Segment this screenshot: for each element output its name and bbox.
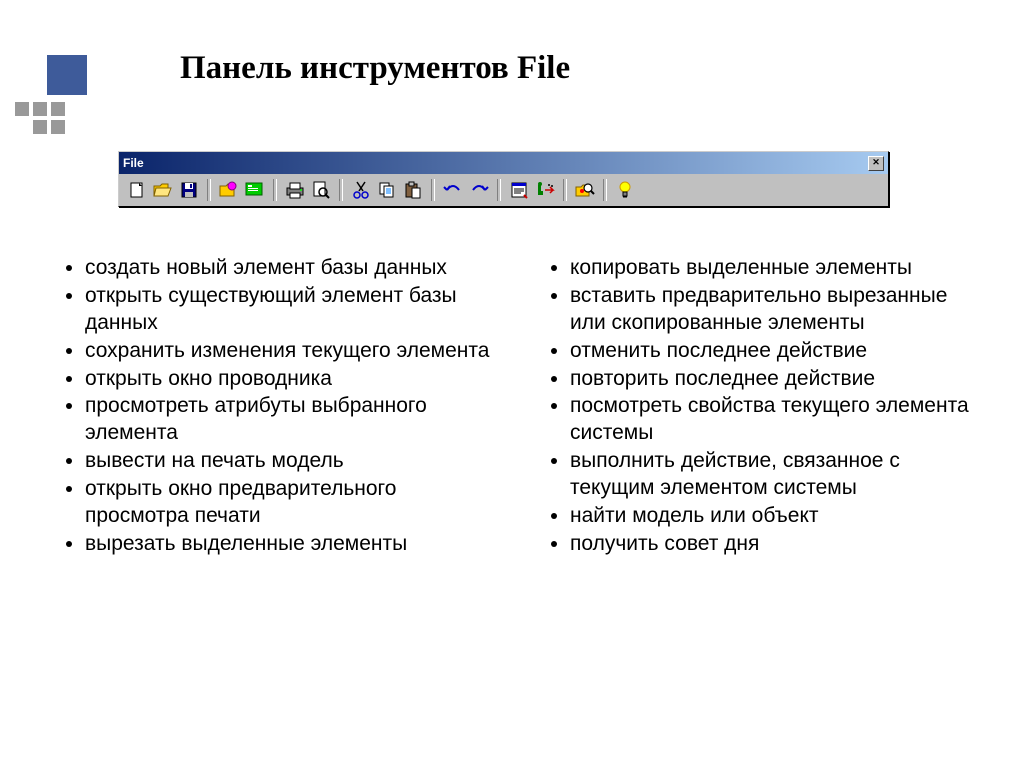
- list-item: выполнить действие, связанное с текущим …: [570, 448, 975, 502]
- paste-button[interactable]: [401, 178, 425, 202]
- list-item: открыть окно предварительного просмотра …: [85, 476, 490, 530]
- tip-button[interactable]: [613, 178, 637, 202]
- save-icon: [180, 181, 198, 199]
- paste-icon: [404, 181, 422, 199]
- print-button[interactable]: [283, 178, 307, 202]
- print-icon: [285, 181, 305, 199]
- left-list: создать новый элемент базы данных открыт…: [45, 255, 490, 558]
- print-preview-button[interactable]: [309, 178, 333, 202]
- separator: [497, 179, 501, 201]
- cut-button[interactable]: [349, 178, 373, 202]
- copy-icon: [378, 181, 396, 199]
- list-item: просмотреть атрибуты выбранного элемента: [85, 393, 490, 447]
- right-list: копировать выделенные элементы вставить …: [530, 255, 975, 558]
- list-item: найти модель или объект: [570, 503, 975, 530]
- list-item: открыть окно проводника: [85, 366, 490, 393]
- copy-button[interactable]: [375, 178, 399, 202]
- separator: [603, 179, 607, 201]
- attributes-button[interactable]: [243, 178, 267, 202]
- list-item: посмотреть свойства текущего элемента си…: [570, 393, 975, 447]
- separator: [207, 179, 211, 201]
- toolbar-row: [119, 174, 888, 206]
- attributes-icon: [245, 182, 265, 198]
- properties-icon: [510, 181, 528, 199]
- page-title: Панель инструментов File: [180, 50, 570, 87]
- separator: [339, 179, 343, 201]
- undo-button[interactable]: [441, 178, 465, 202]
- print-preview-icon: [312, 181, 330, 199]
- find-button[interactable]: [573, 178, 597, 202]
- find-icon: [575, 181, 595, 199]
- open-icon: [153, 181, 173, 199]
- list-item: сохранить изменения текущего элемента: [85, 338, 490, 365]
- separator: [431, 179, 435, 201]
- list-item: открыть существующий элемент базы данных: [85, 283, 490, 337]
- list-item: вставить предварительно вырезанные или с…: [570, 283, 975, 337]
- list-item: вырезать выделенные элементы: [85, 531, 490, 558]
- file-toolbar-window: File ✕: [118, 151, 889, 207]
- cut-icon: [353, 181, 369, 199]
- explorer-icon: [219, 181, 239, 199]
- redo-icon: [469, 183, 489, 197]
- list-item: повторить последнее действие: [570, 366, 975, 393]
- toolbar-title: File: [123, 156, 144, 170]
- list-item: вывести на печать модель: [85, 448, 490, 475]
- left-column: создать новый элемент базы данных открыт…: [45, 255, 490, 559]
- separator: [273, 179, 277, 201]
- new-icon: [128, 181, 146, 199]
- content-columns: создать новый элемент базы данных открыт…: [45, 255, 985, 559]
- close-button[interactable]: ✕: [868, 156, 884, 171]
- list-item: копировать выделенные элементы: [570, 255, 975, 282]
- lightbulb-icon: [618, 181, 632, 199]
- open-button[interactable]: [151, 178, 175, 202]
- action-icon: [535, 181, 555, 199]
- save-button[interactable]: [177, 178, 201, 202]
- explorer-button[interactable]: [217, 178, 241, 202]
- list-item: создать новый элемент базы данных: [85, 255, 490, 282]
- separator: [563, 179, 567, 201]
- undo-icon: [443, 183, 463, 197]
- action-button[interactable]: [533, 178, 557, 202]
- new-button[interactable]: [125, 178, 149, 202]
- redo-button[interactable]: [467, 178, 491, 202]
- list-item: получить совет дня: [570, 531, 975, 558]
- toolbar-titlebar: File ✕: [119, 152, 888, 174]
- right-column: копировать выделенные элементы вставить …: [530, 255, 975, 559]
- list-item: отменить последнее действие: [570, 338, 975, 365]
- properties-button[interactable]: [507, 178, 531, 202]
